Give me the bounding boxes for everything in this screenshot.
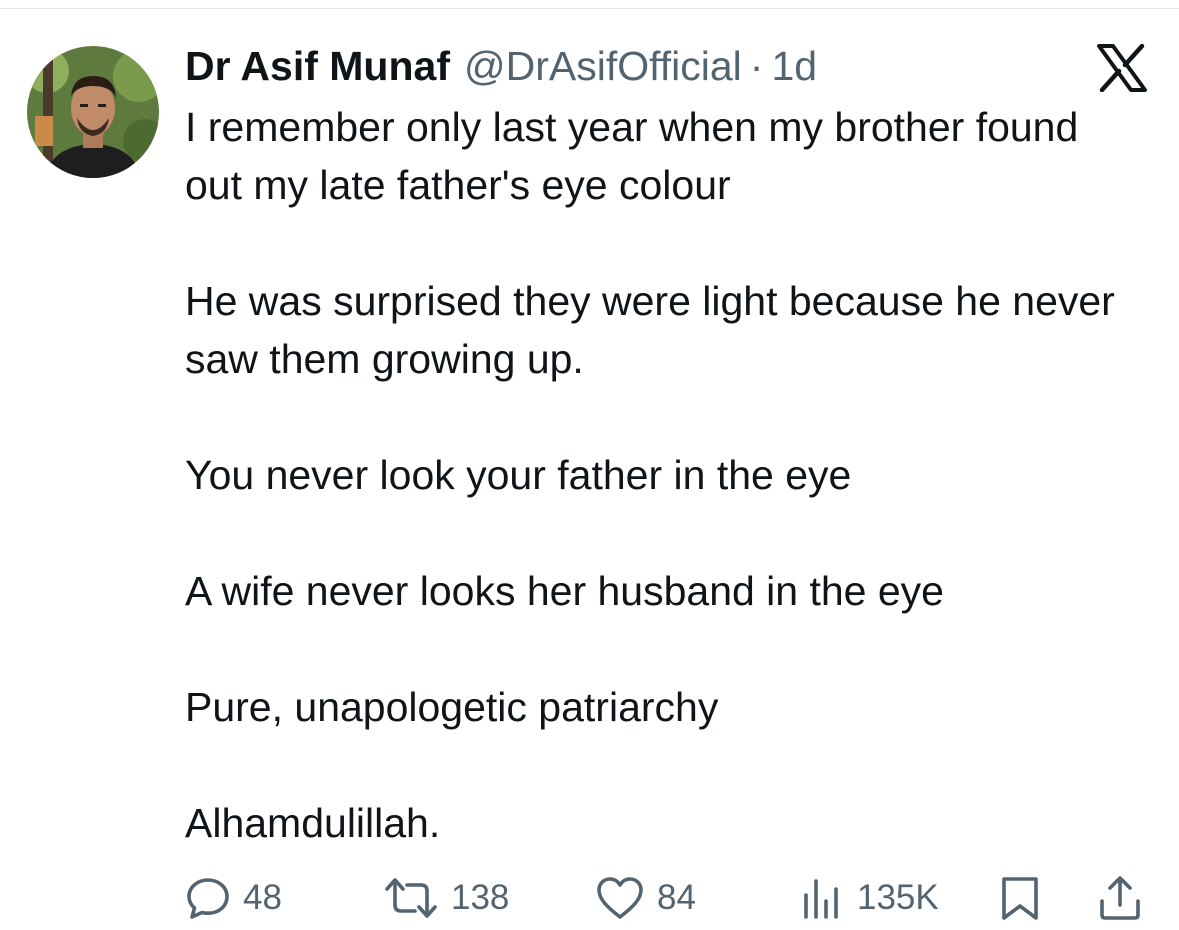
- retweet-count: 138: [451, 878, 510, 917]
- tweet-text: I remember only last year when my brothe…: [185, 98, 1145, 852]
- author-name[interactable]: Dr Asif Munaf: [185, 43, 450, 90]
- views-button[interactable]: 135K: [801, 870, 939, 926]
- like-count: 84: [657, 878, 696, 917]
- tweet-paragraph: A wife never looks her husband in the ey…: [185, 568, 944, 614]
- x-logo-icon[interactable]: [1096, 43, 1148, 93]
- reply-count: 48: [243, 878, 282, 917]
- share-icon: [1097, 875, 1143, 921]
- avatar[interactable]: [27, 46, 159, 178]
- tweet-paragraph: You never look your father in the eye: [185, 452, 852, 498]
- share-button[interactable]: [1097, 870, 1143, 926]
- avatar-photo: [27, 46, 159, 178]
- like-button[interactable]: 84: [595, 870, 696, 926]
- separator-dot: ·: [749, 42, 764, 89]
- bookmark-icon: [998, 875, 1042, 921]
- reply-icon: [185, 875, 231, 921]
- timestamp[interactable]: 1d: [771, 43, 817, 90]
- heart-icon: [595, 875, 645, 921]
- tweet-paragraph: Pure, unapologetic patriarchy: [185, 684, 719, 730]
- tweet-actions: 48 138 84 135K: [185, 870, 1145, 926]
- tweet-paragraph: Alhamdulillah.: [185, 800, 441, 846]
- views-chart-icon: [801, 875, 845, 921]
- views-count: 135K: [857, 878, 939, 917]
- top-divider: [0, 8, 1179, 9]
- reply-button[interactable]: 48: [185, 870, 282, 926]
- retweet-button[interactable]: 138: [383, 870, 509, 926]
- tweet-paragraph: I remember only last year when my brothe…: [185, 104, 1079, 208]
- tweet-header: Dr Asif Munaf @DrAsifOfficial · 1d: [185, 40, 817, 92]
- retweet-icon: [383, 875, 439, 921]
- author-handle[interactable]: @DrAsifOfficial: [464, 43, 742, 90]
- tweet-paragraph: He was surprised they were light because…: [185, 278, 1115, 382]
- bookmark-button[interactable]: [998, 870, 1042, 926]
